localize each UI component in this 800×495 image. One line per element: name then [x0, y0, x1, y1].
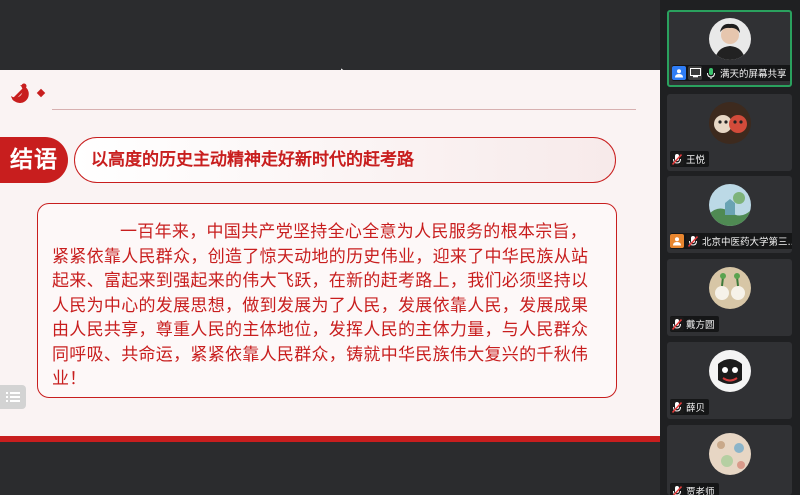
section-title: 以高度的历史主动精神走好新时代的赶考路	[91, 150, 414, 170]
participants-sidebar: 满天的屏幕共享 王悦 北京中医药大学第三… 戴方圆 薛贝 贾老师	[660, 0, 800, 495]
avatar	[708, 433, 751, 475]
mic-off-icon	[670, 400, 684, 414]
content-box: 一百年来，中国共产党坚持全心全意为人民服务的根本宗旨，紧紧依靠人民群众，创造了惊…	[37, 203, 617, 398]
participant-name: 戴方圆	[686, 320, 715, 331]
mic-icon	[704, 66, 718, 80]
participant-tile[interactable]: 王悦	[667, 94, 792, 171]
participant-name-bar: 北京中医药大学第三…	[670, 233, 792, 249]
participant-name-bar: 王悦	[670, 151, 710, 167]
participant-tile[interactable]: 薛贝	[667, 342, 792, 419]
party-emblem-icon	[11, 83, 29, 103]
section-title-box: 以高度的历史主动精神走好新时代的赶考路	[74, 137, 616, 183]
participant-name: 北京中医药大学第三…	[702, 237, 792, 248]
participant-tile[interactable]: 满天的屏幕共享	[667, 10, 792, 87]
participant-name: 薛贝	[686, 403, 706, 414]
below-slide-area	[0, 442, 660, 495]
participant-name-bar: 满天的屏幕共享	[672, 65, 790, 81]
content-paragraph: 一百年来，中国共产党坚持全心全意为人民服务的根本宗旨，紧紧依靠人民群众，创造了惊…	[52, 222, 589, 389]
top-bar	[0, 0, 660, 70]
mic-off-icon	[670, 484, 684, 495]
participant-tile[interactable]: 贾老师	[667, 425, 792, 495]
slide-menu-button[interactable]	[0, 385, 26, 409]
user-icon	[672, 66, 686, 80]
list-icon	[6, 392, 20, 402]
avatar	[708, 102, 751, 144]
screen-share-icon	[688, 66, 702, 80]
participant-name: 满天的屏幕共享	[720, 69, 787, 80]
participant-tile[interactable]: 戴方圆	[667, 259, 792, 336]
mic-off-icon	[670, 152, 684, 166]
section-tag: 结语	[0, 137, 68, 183]
avatar	[708, 18, 751, 60]
participant-name-bar: 薛贝	[670, 399, 710, 415]
participant-name-bar: 戴方圆	[670, 316, 719, 332]
participant-name-bar: 贾老师	[670, 483, 719, 495]
decorative-diamond	[36, 88, 46, 98]
header-divider	[52, 109, 636, 110]
avatar	[708, 184, 751, 226]
participant-name: 王悦	[686, 155, 706, 166]
avatar	[708, 267, 751, 309]
mic-off-icon	[686, 234, 700, 248]
mic-off-icon	[670, 317, 684, 331]
participant-tile[interactable]: 北京中医药大学第三…	[667, 176, 792, 253]
shared-slide: 结语 以高度的历史主动精神走好新时代的赶考路 一百年来，中国共产党坚持全心全意为…	[0, 70, 660, 436]
avatar	[708, 350, 751, 392]
participant-name: 贾老师	[686, 487, 715, 495]
host-icon	[670, 234, 684, 248]
